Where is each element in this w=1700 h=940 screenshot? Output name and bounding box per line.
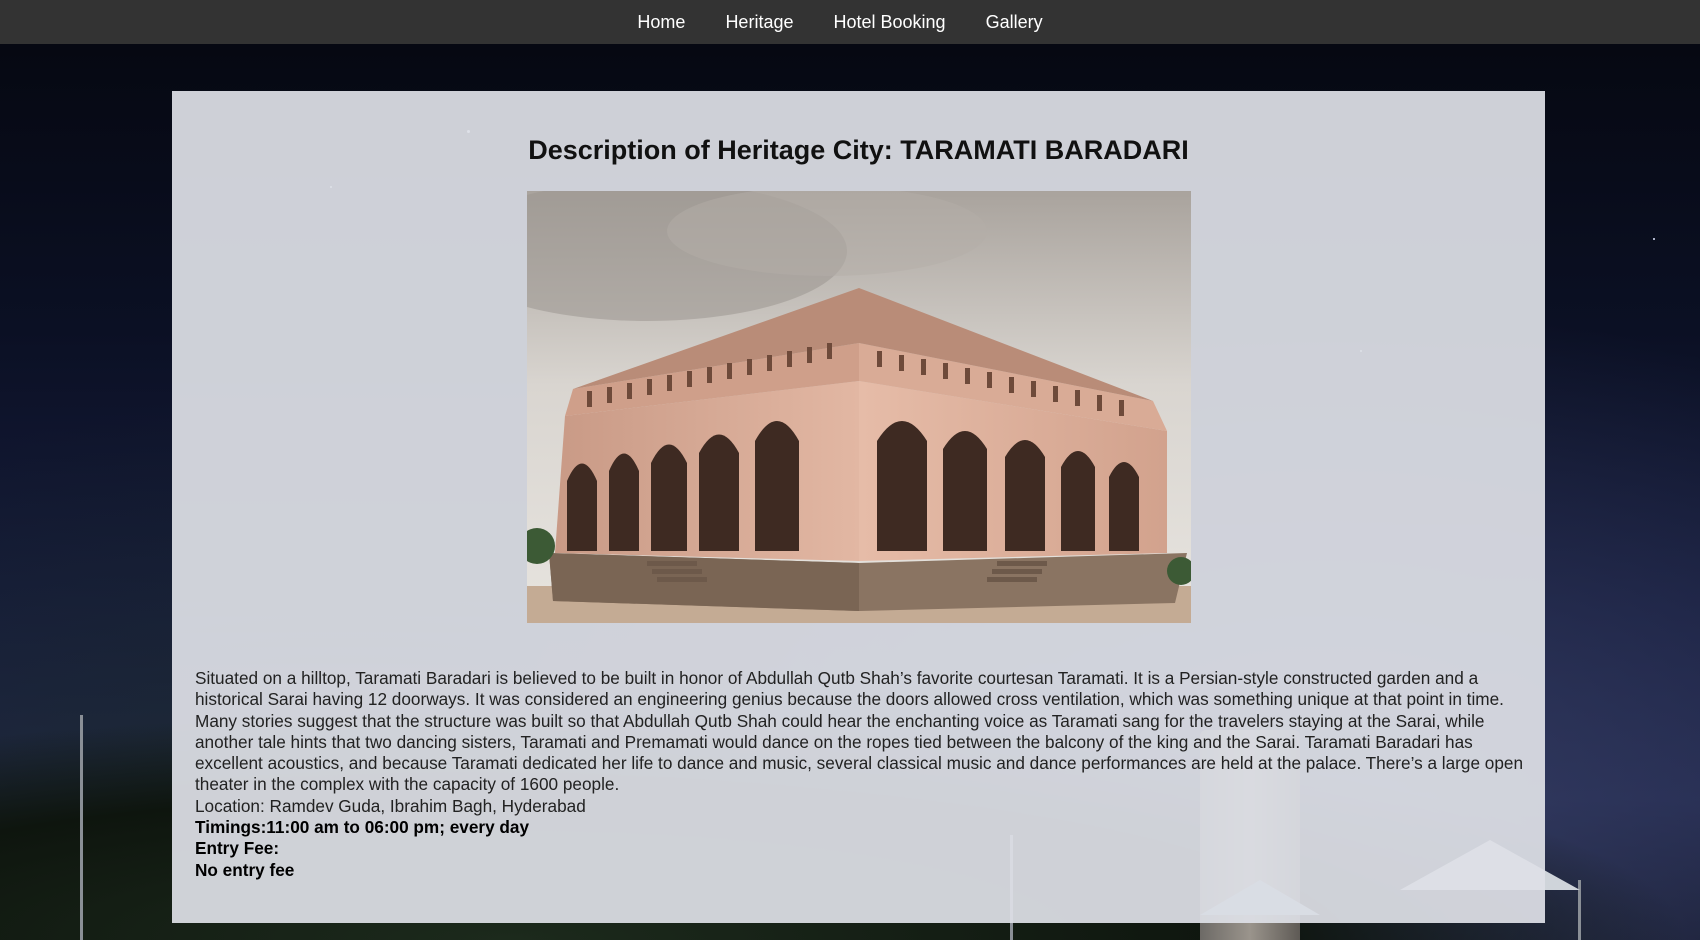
heritage-details: Situated on a hilltop, Taramati Baradari… xyxy=(195,668,1530,881)
nav-link-home[interactable]: Home xyxy=(637,0,705,44)
heritage-description: Situated on a hilltop, Taramati Baradari… xyxy=(195,668,1524,795)
entry-fee-label: Entry Fee: xyxy=(195,838,280,859)
heritage-content-panel: Description of Heritage City: TARAMATI B… xyxy=(172,91,1545,923)
top-navigation-bar: Home Heritage Hotel Booking Gallery xyxy=(0,0,1700,44)
location-text: Location: Ramdev Guda, Ibrahim Bagh, Hyd… xyxy=(195,795,586,816)
entry-fee-value: No entry fee xyxy=(195,859,295,880)
nav-link-hotel-booking[interactable]: Hotel Booking xyxy=(813,0,965,44)
page-title: Description of Heritage City: TARAMATI B… xyxy=(528,135,1189,165)
heritage-photo xyxy=(527,191,1191,623)
nav-link-gallery[interactable]: Gallery xyxy=(966,0,1063,44)
nav-link-heritage[interactable]: Heritage xyxy=(705,0,813,44)
timings-text: Timings:11:00 am to 06:00 pm; every day xyxy=(195,817,530,838)
